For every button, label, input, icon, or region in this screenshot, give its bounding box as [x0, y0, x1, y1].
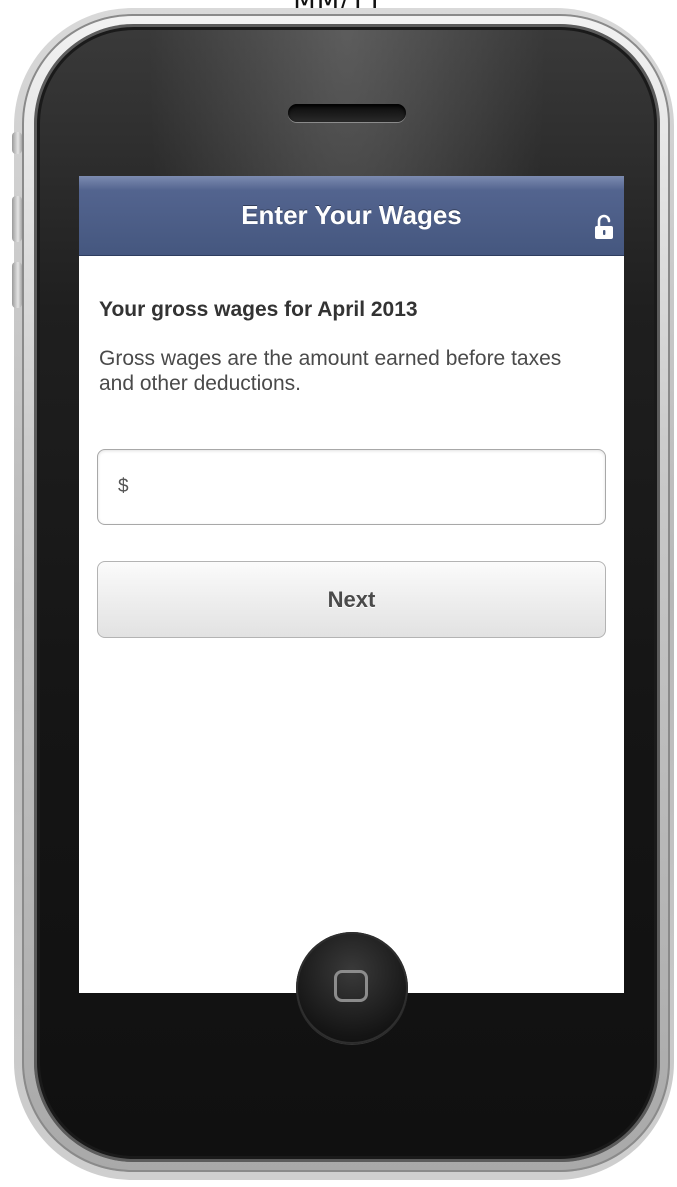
home-square-icon [334, 970, 368, 1002]
wages-description: Gross wages are the amount earned before… [99, 347, 562, 395]
volume-down-button [12, 262, 22, 308]
wages-heading: Your gross wages for April 2013 [99, 298, 418, 321]
earpiece-speaker [288, 104, 406, 122]
mute-switch [12, 132, 22, 154]
home-button[interactable] [296, 932, 408, 1044]
gross-wages-input[interactable] [97, 449, 606, 525]
header-bar: Enter Your Wages [79, 176, 624, 256]
unlocked-lock-icon [595, 214, 613, 239]
page-title: Enter Your Wages [241, 200, 462, 230]
volume-up-button [12, 196, 22, 242]
phone-screen: Enter Your Wages Your gross wages for Ap… [79, 176, 624, 993]
next-button[interactable]: Next [97, 561, 606, 638]
